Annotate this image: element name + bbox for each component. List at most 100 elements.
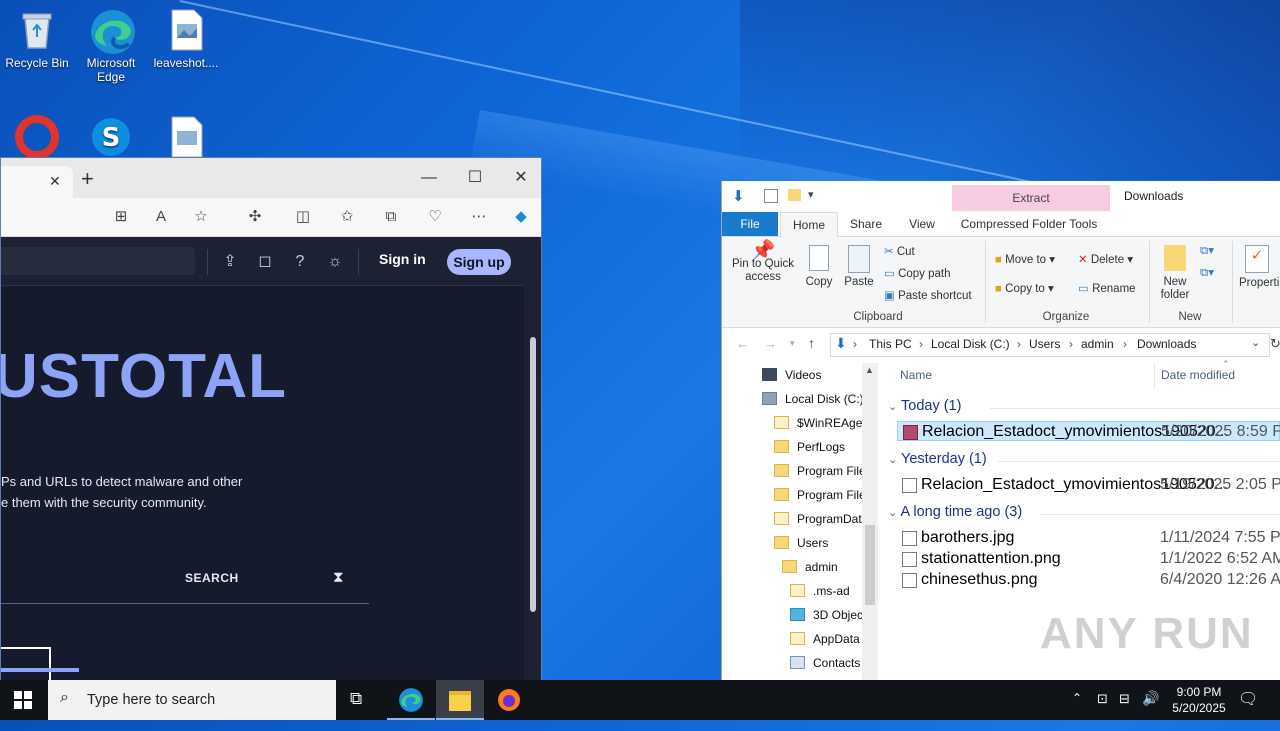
desktop-icon-ccleaner[interactable] — [1, 115, 73, 163]
nav-item[interactable]: ProgramData — [774, 508, 868, 530]
taskbar-edge[interactable] — [387, 680, 435, 720]
maximize-button[interactable]: ☐ — [452, 164, 498, 192]
paste-button[interactable]: Paste — [842, 245, 876, 288]
rename-button[interactable]: ▭ Rename — [1078, 281, 1136, 295]
back-icon[interactable]: ← — [736, 336, 749, 351]
scrollbar-thumb[interactable] — [530, 337, 536, 612]
volume-icon[interactable]: 🔊 — [1142, 690, 1159, 730]
pin-quick-access-button[interactable]: 📌 Pin to Quick access — [728, 241, 798, 284]
crumb-local-disk[interactable]: Local Disk (C:) — [931, 337, 1010, 351]
search-options-icon[interactable]: ⧗ — [333, 569, 344, 586]
extract-context-tab[interactable]: Extract — [952, 185, 1110, 211]
browser-tab[interactable]: ✕ — [1, 166, 73, 198]
nav-item[interactable]: PerfLogs — [774, 436, 845, 458]
file-row[interactable]: Relacion_Estadoct_ymovimientos190520... … — [897, 421, 1280, 441]
file-row[interactable]: stationattention.png 1/1/2022 6:52 AM — [897, 549, 1280, 569]
read-aloud-icon[interactable]: A — [149, 206, 173, 228]
taskbar-search-box[interactable]: ⌕ Type here to search — [48, 680, 336, 720]
desktop-icon-skype[interactable]: S — [75, 115, 147, 163]
column-date-modified[interactable]: Date modified — [1161, 368, 1235, 382]
windows-start-icon[interactable] — [14, 691, 32, 709]
nav-item[interactable]: Contacts — [790, 652, 860, 674]
favorites-icon[interactable]: ✩ — [335, 206, 359, 228]
desktop-icon-image[interactable] — [150, 115, 222, 163]
nav-item[interactable]: Users — [774, 532, 828, 554]
cut-button[interactable]: ✂ Cut — [884, 244, 915, 258]
delete-button[interactable]: ✕ Delete ▾ — [1078, 252, 1133, 266]
column-name[interactable]: Name — [900, 368, 932, 382]
refresh-icon[interactable]: ↻ — [1270, 336, 1280, 352]
minimize-button[interactable]: — — [406, 164, 452, 192]
tab-view[interactable]: View — [896, 212, 948, 236]
crumb-this-pc[interactable]: This PC — [869, 337, 912, 351]
address-bar[interactable]: ⬇ › This PC › Local Disk (C:) › Users › … — [830, 333, 1270, 357]
move-to-button[interactable]: ■ Move to ▾ — [995, 252, 1055, 266]
apps-icon[interactable]: ⊞ — [109, 206, 133, 228]
nav-item[interactable]: Videos — [762, 364, 821, 386]
group-header[interactable]: ⌄ A long time ago (3) — [888, 504, 1022, 520]
crumb-admin[interactable]: admin — [1081, 337, 1114, 351]
scroll-up-icon[interactable]: ▲ — [865, 365, 874, 375]
paste-shortcut-button[interactable]: ▣ Paste shortcut — [884, 288, 972, 302]
copy-button[interactable]: Copy — [802, 245, 836, 288]
tab-close-icon[interactable]: ✕ — [49, 173, 61, 190]
notification-icon[interactable]: ◻ — [254, 251, 276, 273]
address-dropdown-icon[interactable]: ⌄ — [1251, 336, 1260, 349]
group-header[interactable]: ⌄ Yesterday (1) — [888, 451, 987, 467]
signup-button[interactable]: Sign up — [447, 249, 511, 275]
nav-item[interactable]: 3D Objects — [790, 604, 872, 626]
file-row[interactable]: chinesethus.png 6/4/2020 12:26 AM — [897, 570, 1280, 590]
upload-icon[interactable]: ⇪ — [219, 251, 241, 273]
properties-button[interactable]: ✓ Properti — [1239, 245, 1280, 289]
copy-path-button[interactable]: ▭ Copy path — [884, 266, 951, 280]
up-icon[interactable]: ↑ — [808, 335, 815, 351]
page-scrollbar[interactable] — [524, 237, 541, 681]
new-folder-button[interactable]: New folder — [1155, 245, 1195, 302]
file-row[interactable]: barothers.jpg 1/11/2024 7:55 PM — [897, 528, 1280, 548]
browser-essentials-icon[interactable]: ♡ — [423, 206, 447, 228]
network-icon[interactable]: ⊟ — [1119, 691, 1130, 731]
new-item-button[interactable]: ⧉▾ — [1200, 243, 1214, 258]
notification-center-icon[interactable]: 🗨 — [1238, 689, 1258, 729]
close-button[interactable]: ✕ — [498, 164, 544, 192]
crumb-downloads[interactable]: Downloads — [1137, 337, 1196, 351]
theme-toggle-icon[interactable]: ☼ — [324, 251, 346, 273]
nav-item[interactable]: .ms-ad — [790, 580, 850, 602]
desktop-icon-recycle-bin[interactable]: Recycle Bin — [1, 8, 73, 70]
help-icon[interactable]: ? — [289, 251, 311, 273]
signin-link[interactable]: Sign in — [379, 251, 426, 267]
desktop-icon-edge[interactable]: Microsoft Edge — [75, 8, 147, 84]
properties-quick-icon[interactable] — [764, 189, 778, 203]
copy-to-button[interactable]: ■ Copy to ▾ — [995, 281, 1054, 295]
desktop-icon-leaveshot[interactable]: leaveshot.... — [150, 8, 222, 70]
qat-dropdown-icon[interactable]: ▾ — [808, 188, 814, 201]
more-menu-icon[interactable]: ⋯ — [467, 206, 491, 228]
nav-scrollbar-thumb[interactable] — [865, 525, 875, 605]
vt-search-bar[interactable] — [1, 247, 195, 275]
device-icon[interactable]: ⊡ — [1097, 691, 1108, 731]
nav-item[interactable]: Program Files — [774, 460, 872, 482]
tab-share[interactable]: Share — [840, 212, 892, 236]
clock[interactable]: 9:00 PM 5/20/2025 — [1164, 684, 1234, 718]
extensions-icon[interactable]: ✣ — [243, 206, 267, 228]
recent-dropdown-icon[interactable]: ▾ — [790, 338, 795, 349]
nav-item[interactable]: admin — [782, 556, 838, 578]
favorite-star-icon[interactable]: ☆ — [189, 206, 213, 228]
split-screen-icon[interactable]: ◫ — [291, 206, 315, 228]
nav-item[interactable]: Program Files — [774, 484, 872, 506]
file-row[interactable]: Relacion_Estadoct_ymovimientos190520... … — [897, 475, 1280, 495]
copilot-icon[interactable]: ◆ — [509, 206, 533, 228]
nav-item[interactable]: AppData — [790, 628, 860, 650]
easy-access-button[interactable]: ⧉▾ — [1200, 265, 1214, 280]
tab-compressed-folder-tools[interactable]: Compressed Folder Tools — [954, 212, 1104, 236]
nav-item[interactable]: Local Disk (C:) — [762, 388, 864, 410]
forward-icon[interactable]: → — [764, 336, 777, 351]
tab-home[interactable]: Home — [780, 212, 838, 237]
show-hidden-icons[interactable]: ⌃ — [1072, 691, 1088, 731]
task-view-button[interactable]: ⧉ — [336, 680, 384, 720]
folder-quick-icon[interactable] — [788, 189, 801, 201]
group-header[interactable]: ⌄ Today (1) — [888, 398, 961, 414]
tab-file[interactable]: File — [722, 212, 778, 236]
nav-scrollbar[interactable]: ▲ — [862, 363, 878, 680]
taskbar-file-explorer[interactable] — [436, 680, 484, 720]
